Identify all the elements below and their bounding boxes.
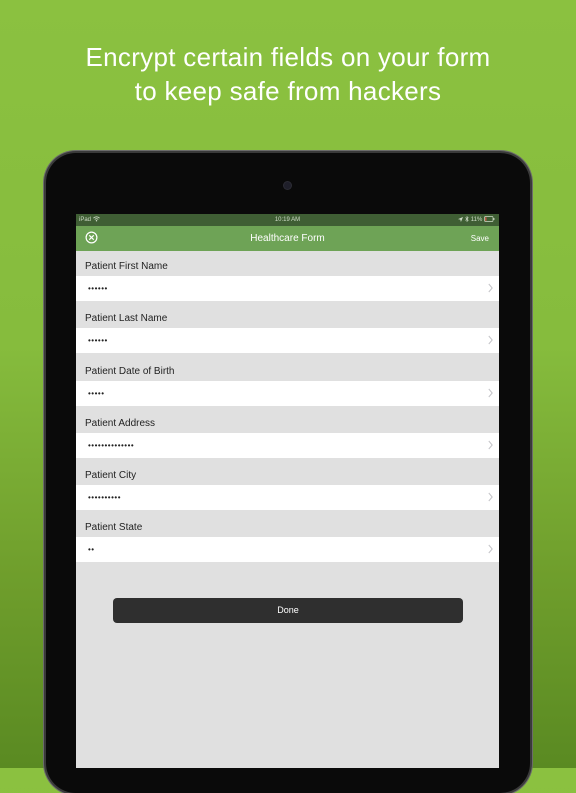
save-button[interactable]: Save bbox=[471, 226, 489, 251]
chevron-right-icon bbox=[488, 440, 493, 450]
chevron-right-icon bbox=[488, 545, 493, 554]
field-patient-state: Patient State •• bbox=[76, 512, 499, 564]
status-time: 10:19 AM bbox=[274, 217, 301, 223]
field-value: •••••••••• bbox=[88, 493, 122, 503]
chevron-right-icon bbox=[488, 388, 493, 397]
field-patient-date-of-birth: Patient Date of Birth ••••• bbox=[76, 356, 499, 408]
field-patient-last-name: Patient Last Name •••••• bbox=[76, 303, 499, 355]
field-value: •••••• bbox=[88, 284, 108, 293]
camera-icon bbox=[284, 182, 291, 189]
field-patient-city: Patient City •••••••••• bbox=[76, 460, 499, 512]
chevron-right-icon bbox=[488, 492, 493, 502]
field-row-date-of-birth[interactable]: ••••• bbox=[76, 380, 499, 406]
field-row-city[interactable]: •••••••••• bbox=[76, 485, 499, 511]
headline-line-2: to keep safe from hackers bbox=[134, 76, 442, 106]
nav-title: Healthcare Form bbox=[250, 233, 325, 244]
status-bar: iPad 10:19 AM 11% bbox=[76, 214, 499, 226]
field-value: •••••• bbox=[88, 336, 108, 346]
field-row-state[interactable]: •• bbox=[76, 537, 499, 563]
field-label: Patient City bbox=[85, 470, 137, 482]
field-label: Patient Last Name bbox=[85, 313, 168, 325]
battery-percent: 11% bbox=[470, 217, 483, 223]
headline-line-1: Encrypt certain fields on your form bbox=[85, 42, 491, 72]
field-value: ••••• bbox=[88, 388, 105, 398]
done-button[interactable]: Done bbox=[113, 598, 463, 623]
field-value: •• bbox=[88, 545, 95, 555]
field-label: Patient State bbox=[85, 522, 143, 534]
battery-icon bbox=[484, 216, 495, 223]
field-label: Patient Address bbox=[85, 417, 156, 429]
app-screen: iPad 10:19 AM 11% Healthcare Form Save P… bbox=[76, 214, 499, 768]
location-arrow-icon bbox=[458, 216, 464, 222]
field-patient-address: Patient Address •••••••••••••• bbox=[76, 408, 499, 460]
field-label: Patient First Name bbox=[85, 261, 168, 272]
bluetooth-icon bbox=[465, 216, 469, 223]
chevron-right-icon bbox=[488, 283, 493, 293]
status-right: 11% bbox=[458, 214, 495, 226]
field-label: Patient Date of Birth bbox=[85, 365, 175, 377]
field-value: •••••••••••••• bbox=[88, 440, 135, 450]
chevron-right-icon bbox=[488, 335, 493, 345]
nav-bar: Healthcare Form Save bbox=[76, 226, 499, 251]
field-row-first-name[interactable]: •••••• bbox=[76, 276, 499, 301]
field-patient-first-name: Patient First Name •••••• bbox=[76, 251, 499, 303]
field-row-address[interactable]: •••••••••••••• bbox=[76, 432, 499, 458]
field-row-last-name[interactable]: •••••• bbox=[76, 328, 499, 354]
headline: Encrypt certain fields on your form to k… bbox=[0, 40, 576, 108]
